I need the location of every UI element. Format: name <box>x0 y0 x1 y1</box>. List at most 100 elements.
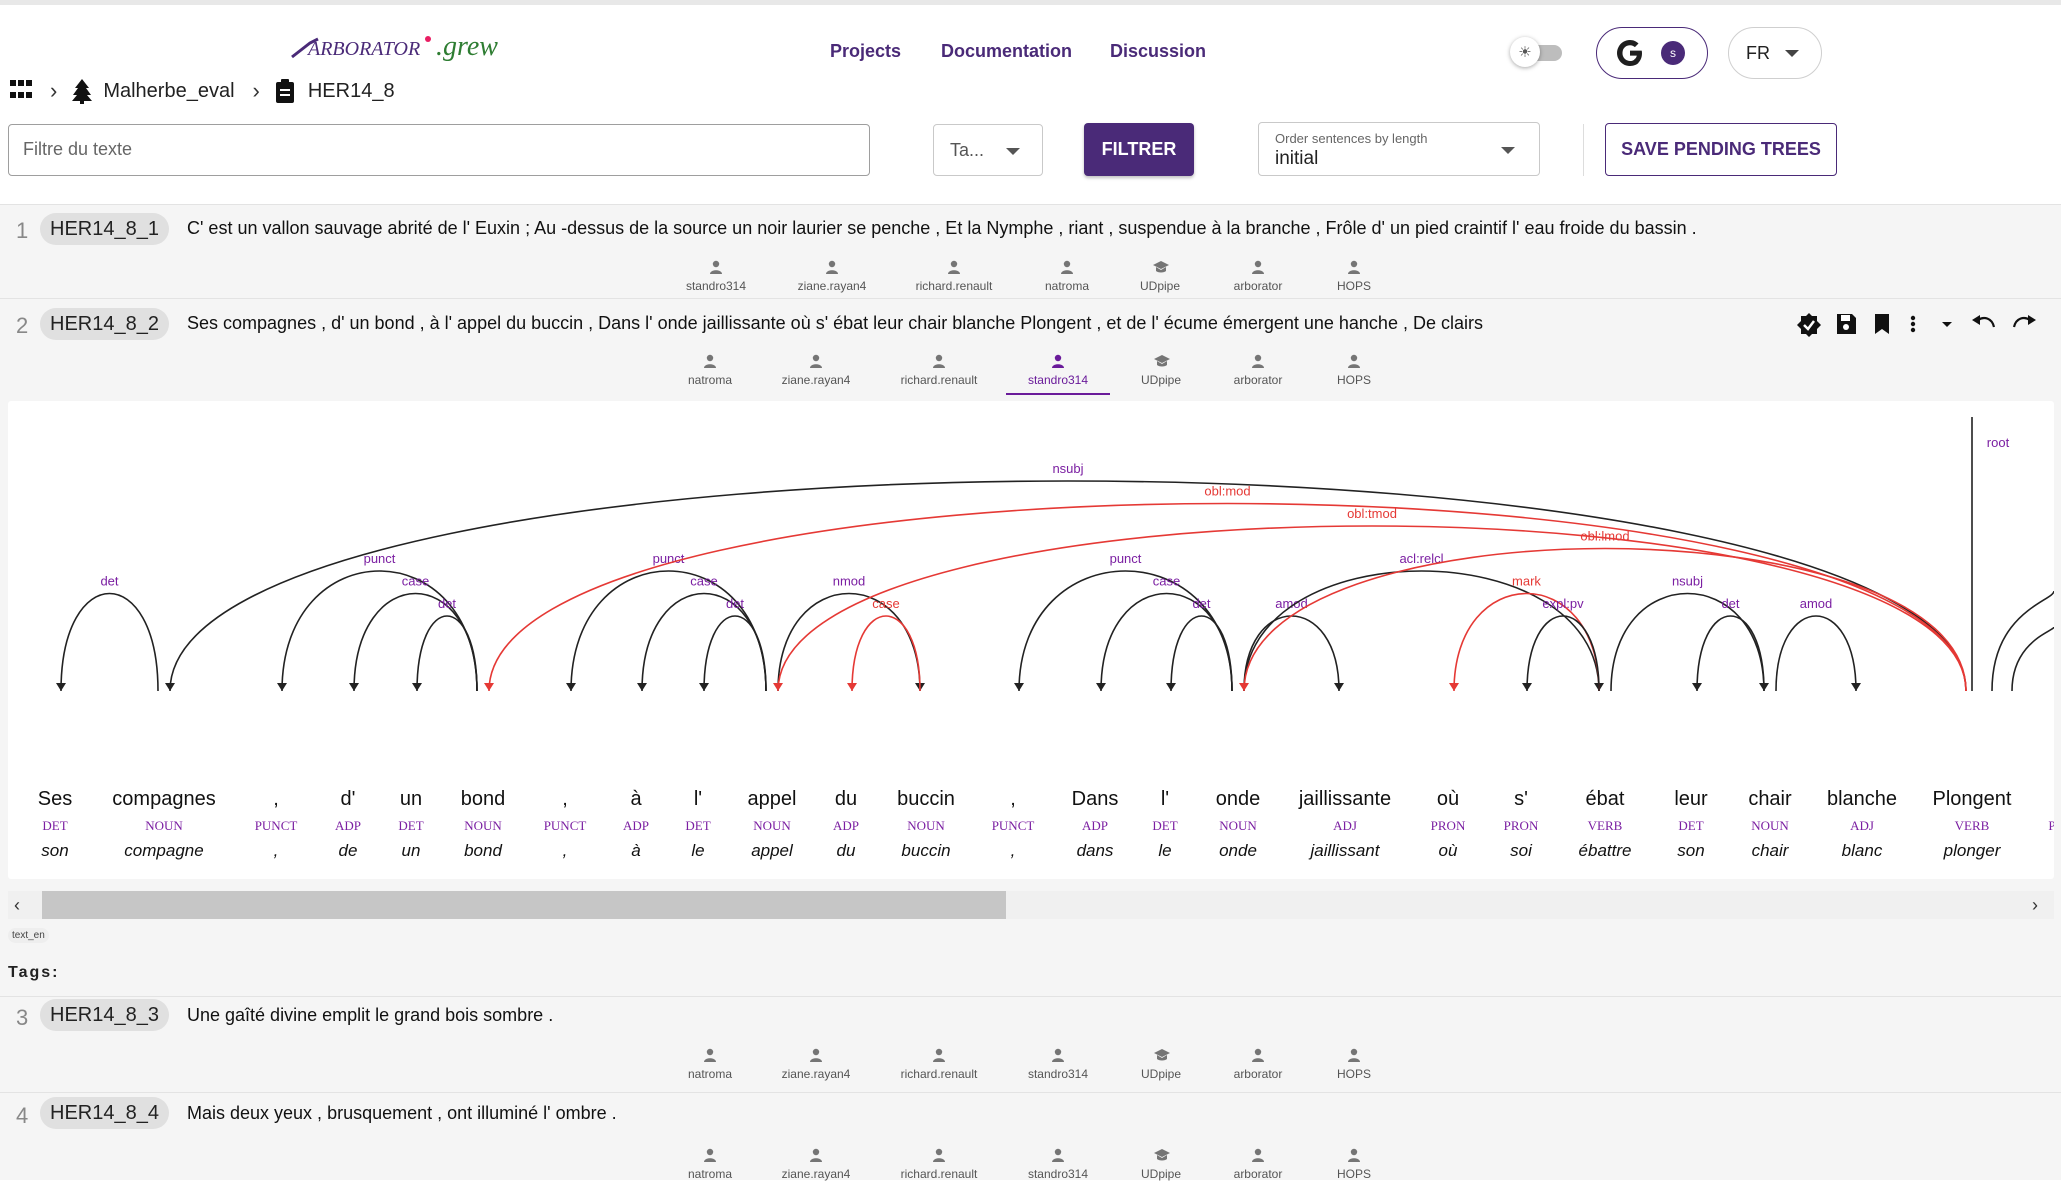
annotator-tab-standro314[interactable]: standro314 <box>664 251 768 301</box>
dependency-arc[interactable] <box>1243 570 1600 692</box>
token-lemma[interactable]: du <box>837 841 856 860</box>
annotator-tab-ziane-rayan4[interactable]: ziane.rayan4 <box>764 1039 868 1089</box>
breadcrumb-sample[interactable]: HER14_8 <box>274 79 395 103</box>
dependency-arc[interactable] <box>777 525 1967 692</box>
token-lemma[interactable]: son <box>1677 841 1704 860</box>
dependency-label[interactable]: obl:mod <box>1204 484 1250 499</box>
token-upos[interactable]: ADP <box>1082 818 1108 833</box>
dependency-label[interactable]: nmod <box>833 574 866 589</box>
token-upos[interactable]: PUNCT <box>544 818 587 833</box>
dependency-arc[interactable] <box>1243 547 1967 692</box>
token-upos[interactable]: PRON <box>1504 818 1539 833</box>
token-upos[interactable]: NOUN <box>1219 818 1257 833</box>
token-lemma[interactable]: plonger <box>1943 841 2002 860</box>
token-form[interactable]: onde <box>1216 788 1261 810</box>
dependency-label[interactable]: case <box>1153 574 1180 589</box>
token-form[interactable]: , <box>562 788 568 810</box>
dependency-label[interactable]: det <box>1721 596 1739 611</box>
annotator-tab-ziane-rayan4[interactable]: ziane.rayan4 <box>764 345 868 395</box>
order-sentences-select[interactable]: Order sentences by length initial <box>1258 122 1540 176</box>
token-upos[interactable]: DET <box>398 818 423 833</box>
token-upos[interactable]: PRON <box>1431 818 1466 833</box>
annotator-tab-arborator[interactable]: arborator <box>1206 345 1310 395</box>
dependency-arc[interactable] <box>488 502 1967 692</box>
verified-icon[interactable] <box>1796 312 1822 338</box>
dependency-label[interactable]: punct <box>1110 551 1142 566</box>
token-form[interactable]: appel <box>748 788 797 810</box>
text-en-badge[interactable]: text_en <box>8 928 49 943</box>
token-upos[interactable]: PUNCT <box>992 818 1035 833</box>
annotator-tab-natroma[interactable]: natroma <box>1015 251 1119 301</box>
tree-horizontal-scrollbar[interactable]: ‹ › <box>8 891 2054 919</box>
dependency-arc[interactable] <box>353 592 478 692</box>
token-form[interactable]: compagnes <box>112 788 215 810</box>
token-form[interactable]: jaillissante <box>1298 788 1391 810</box>
dependency-label[interactable]: obl:lmod <box>1580 529 1629 544</box>
annotator-tab-arborator[interactable]: arborator <box>1206 1139 1310 1189</box>
annotator-tab-hops[interactable]: HOPS <box>1302 1139 1406 1189</box>
token-lemma[interactable]: , <box>563 841 568 860</box>
token-lemma[interactable]: soi <box>1510 841 1533 860</box>
token-upos[interactable]: NOUN <box>145 818 183 833</box>
token-upos[interactable]: DET <box>42 818 67 833</box>
token-form[interactable]: , <box>1010 788 1016 810</box>
token-lemma[interactable]: , <box>1011 841 1016 860</box>
annotator-tab-richard-renault[interactable]: richard.renault <box>902 251 1006 301</box>
caret-down-icon[interactable] <box>1940 312 1954 336</box>
token-form[interactable]: ébat <box>1586 788 1625 810</box>
dependency-label[interactable]: mark <box>1512 574 1541 589</box>
token-upos[interactable]: NOUN <box>464 818 502 833</box>
token-form[interactable]: chair <box>1748 788 1792 810</box>
token-upos[interactable]: NOUN <box>753 818 791 833</box>
token-lemma[interactable]: jaillissant <box>1309 841 1381 860</box>
annotator-tab-standro314[interactable]: standro314 <box>1006 1039 1110 1089</box>
token-upos[interactable]: ADP <box>833 818 859 833</box>
annotator-tab-arborator[interactable]: arborator <box>1206 251 1310 301</box>
token-lemma[interactable]: son <box>41 841 68 860</box>
sentence-id-chip[interactable]: HER14_8_3 <box>40 999 169 1031</box>
token-upos[interactable]: ADJ <box>1850 818 1874 833</box>
token-lemma[interactable]: où <box>1439 841 1458 860</box>
sentence-id-chip[interactable]: HER14_8_1 <box>40 213 169 245</box>
dependency-label[interactable]: det <box>100 574 118 589</box>
token-form[interactable]: Ses <box>38 788 72 810</box>
nav-discussion-link[interactable]: Discussion <box>1110 41 1206 62</box>
annotator-tab-hops[interactable]: HOPS <box>1302 1039 1406 1089</box>
token-form[interactable]: d' <box>341 788 356 810</box>
annotator-tab-natroma[interactable]: natroma <box>658 345 762 395</box>
dependency-arc[interactable] <box>1696 615 1765 692</box>
arboratorgrew-logo[interactable]: ARBORATOR .grew <box>288 29 538 75</box>
token-lemma[interactable]: un <box>402 841 421 860</box>
token-form[interactable]: , <box>273 788 279 810</box>
dependency-label[interactable]: expl:pv <box>1542 596 1584 611</box>
token-form[interactable]: du <box>835 788 857 810</box>
token-upos[interactable]: ADP <box>335 818 361 833</box>
undo-icon[interactable] <box>1970 312 1996 336</box>
dependency-tree-svg[interactable]: Ses DET son compagnes NOUN compagne, PUNCT, d' A… <box>8 401 2056 879</box>
annotator-tab-richard-renault[interactable]: richard.renault <box>887 345 991 395</box>
token-form[interactable]: blanche <box>1827 788 1897 810</box>
token-lemma[interactable]: ébattre <box>1579 841 1632 860</box>
filter-button[interactable]: FILTRER <box>1084 123 1194 176</box>
dependency-label[interactable]: case <box>690 574 717 589</box>
token-upos[interactable]: DET <box>685 818 710 833</box>
token-lemma[interactable]: onde <box>1219 841 1257 860</box>
tag-filter-select[interactable]: Ta... <box>933 124 1043 176</box>
annotator-tab-standro314[interactable]: standro314 <box>1006 1139 1110 1189</box>
dependency-label[interactable]: det <box>438 596 456 611</box>
token-form[interactable]: un <box>400 788 422 810</box>
token-upos[interactable]: DET <box>1152 818 1177 833</box>
annotator-tab-standro314[interactable]: standro314 <box>1006 345 1110 395</box>
nav-documentation-link[interactable]: Documentation <box>941 41 1072 62</box>
dark-mode-toggle[interactable]: ☀ <box>1510 37 1562 67</box>
token-form[interactable]: Plongent <box>1933 788 2012 810</box>
more-vertical-icon[interactable] <box>1908 312 1918 336</box>
sentence-id-chip[interactable]: HER14_8_4 <box>40 1097 169 1129</box>
token-form[interactable]: leur <box>1674 788 1708 810</box>
token-lemma[interactable]: le <box>691 841 704 860</box>
dependency-arc[interactable] <box>851 615 921 692</box>
token-upos[interactable]: VERB <box>1955 818 1990 833</box>
token-form[interactable]: Dans <box>1072 788 1119 810</box>
dependency-arc[interactable] <box>60 592 159 692</box>
language-select[interactable]: FR <box>1728 27 1822 79</box>
